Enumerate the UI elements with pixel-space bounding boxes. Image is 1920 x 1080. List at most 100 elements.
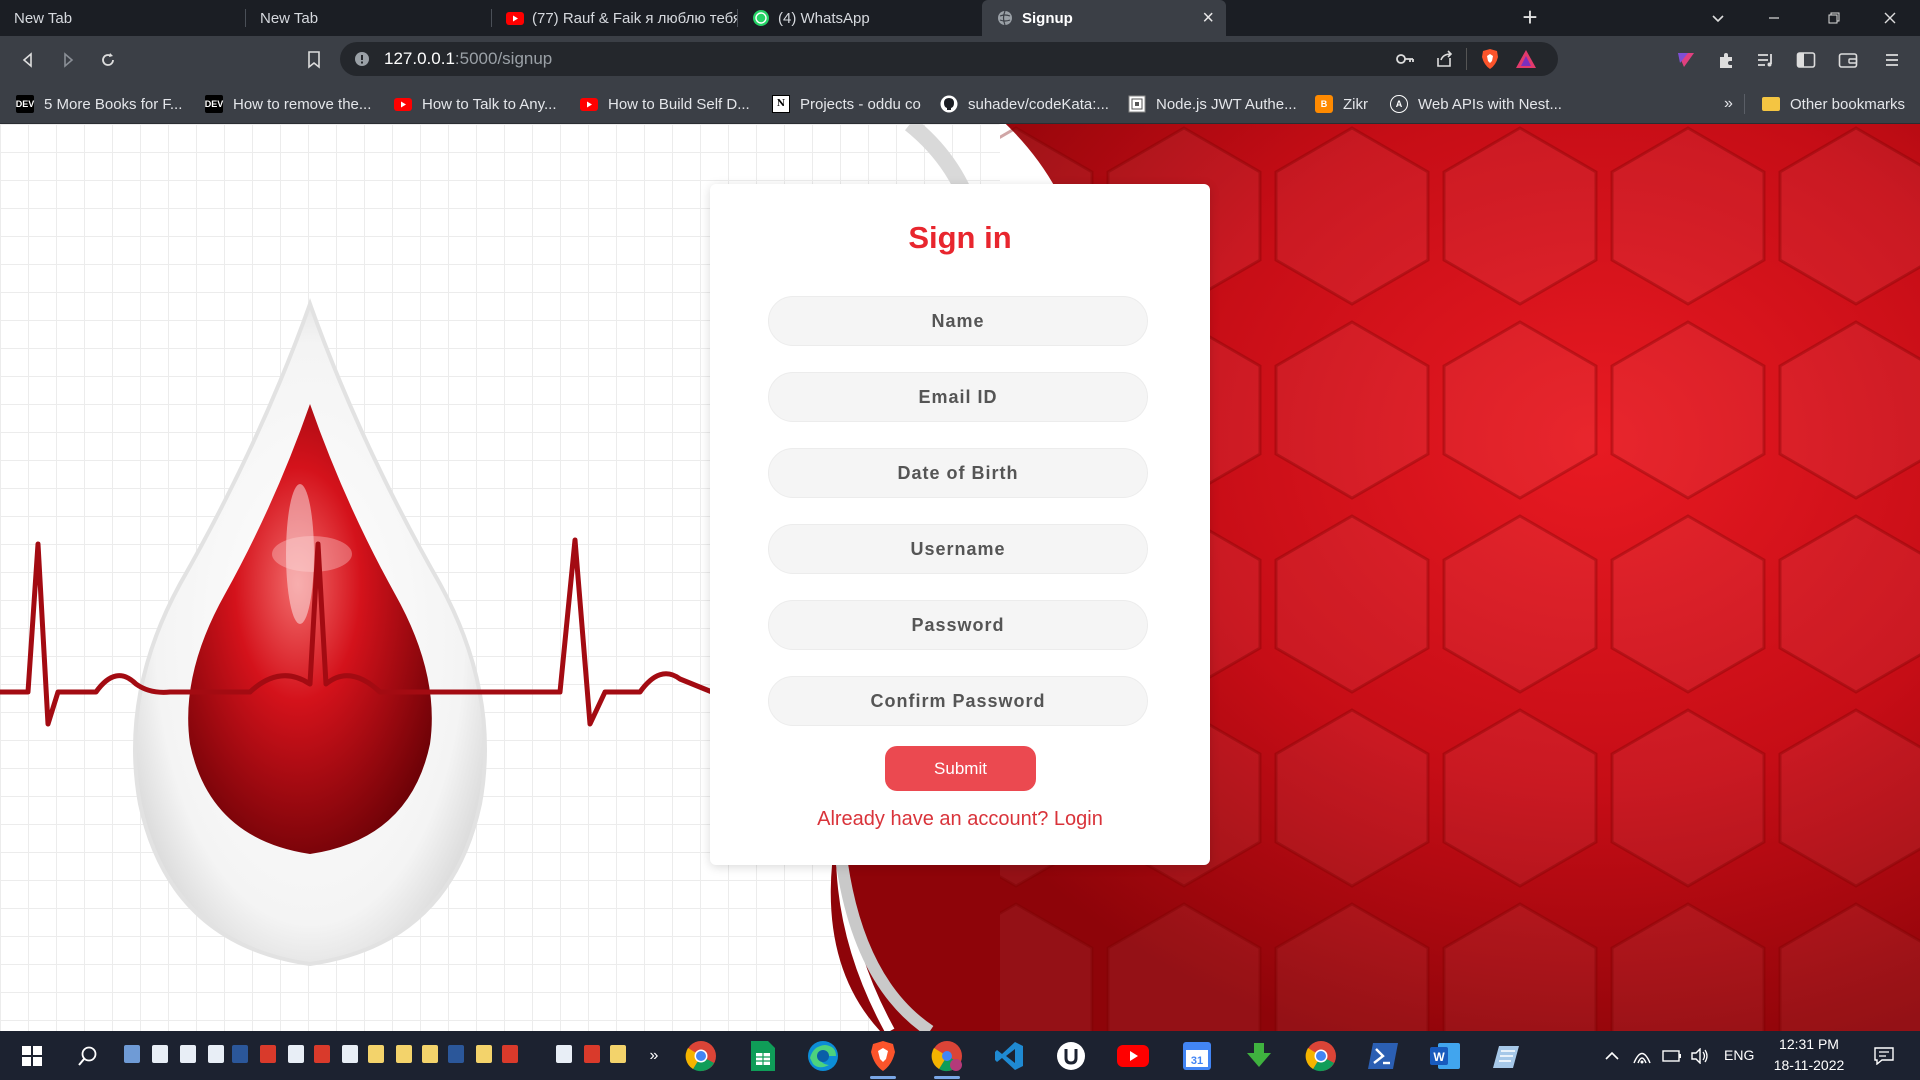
show-hidden-icons-chevron-icon[interactable] <box>1600 1031 1624 1080</box>
pinned-pdf-file-icon[interactable] <box>502 1045 518 1063</box>
pinned-folder-icon[interactable] <box>396 1045 412 1063</box>
bookmark-item[interactable]: DEV 5 More Books for F... <box>16 84 182 124</box>
tab-youtube[interactable]: (77) Rauf & Faik я люблю тебя давно <box>492 0 738 36</box>
bookmark-item[interactable]: suhadev/codeKata:... <box>940 84 1109 124</box>
battery-icon[interactable] <box>1660 1031 1684 1080</box>
forward-icon[interactable] <box>54 46 82 74</box>
pinned-folder-icon[interactable] <box>422 1045 438 1063</box>
youtube-icon[interactable] <box>1116 1039 1150 1073</box>
wifi-icon[interactable] <box>1630 1031 1654 1080</box>
tab-label: New Tab <box>260 9 319 27</box>
dev-icon: DEV <box>16 95 34 113</box>
share-icon[interactable] <box>1435 50 1455 73</box>
dev-icon: DEV <box>205 95 223 113</box>
media-playlist-icon[interactable] <box>1752 46 1780 74</box>
extension-flag-icon[interactable] <box>1672 46 1700 74</box>
restore-button[interactable] <box>1806 0 1862 36</box>
chrome-icon[interactable] <box>1304 1039 1338 1073</box>
pinned-word-file-icon[interactable] <box>232 1045 248 1063</box>
pinned-file-icon[interactable] <box>288 1045 304 1063</box>
calendar-icon[interactable]: 31 <box>1180 1039 1214 1073</box>
bookmark-item[interactable]: How to Talk to Any... <box>394 84 557 124</box>
pinned-file-icon[interactable] <box>342 1045 358 1063</box>
svg-text:31: 31 <box>1191 1055 1203 1067</box>
notepad-icon[interactable] <box>1490 1039 1524 1073</box>
pinned-file-icon[interactable] <box>208 1045 224 1063</box>
sidebar-icon[interactable] <box>1792 46 1820 74</box>
login-link[interactable]: Already have an account? Login <box>710 808 1210 831</box>
pinned-file-icon[interactable] <box>556 1045 572 1063</box>
bookmark-item[interactable]: B Zikr <box>1315 84 1368 124</box>
pinned-pdf-file-icon[interactable] <box>260 1045 276 1063</box>
bookmark-item[interactable]: N Projects - oddu co <box>772 84 921 124</box>
minimize-button[interactable] <box>1746 0 1802 36</box>
download-icon[interactable] <box>1242 1039 1276 1073</box>
tab-new-tab-2[interactable]: New Tab <box>246 0 492 36</box>
input-language[interactable]: ENG <box>1724 1047 1754 1063</box>
bookmarks-overflow-button[interactable]: » <box>1724 84 1733 124</box>
extensions-puzzle-icon[interactable] <box>1712 46 1740 74</box>
address-bar[interactable]: 127.0.0.1:5000/signup <box>340 42 1558 76</box>
pinned-file-icon[interactable] <box>152 1045 168 1063</box>
clock-time[interactable]: 12:31 PM <box>1776 1036 1842 1052</box>
date-of-birth-input[interactable] <box>768 448 1148 498</box>
bookmark-item[interactable]: A Web APIs with Nest... <box>1390 84 1562 124</box>
clock-date[interactable]: 18-11-2022 <box>1770 1057 1848 1073</box>
menu-icon[interactable] <box>1878 46 1906 74</box>
chrome-profile-icon[interactable] <box>930 1039 964 1079</box>
brave-icon[interactable] <box>866 1039 900 1079</box>
close-window-button[interactable] <box>1862 0 1918 36</box>
bookmark-item[interactable]: Node.js JWT Authe... <box>1128 84 1297 124</box>
tab-whatsapp[interactable]: (4) WhatsApp <box>738 0 978 36</box>
form-title: Sign in <box>908 220 1012 255</box>
chrome-icon[interactable] <box>684 1039 718 1073</box>
other-bookmarks[interactable]: Other bookmarks <box>1762 84 1905 124</box>
bookmark-item[interactable]: DEV How to remove the... <box>205 84 371 124</box>
reload-icon[interactable] <box>94 46 122 74</box>
pinned-file-icon[interactable] <box>180 1045 196 1063</box>
pinned-pdf-file-icon[interactable] <box>314 1045 330 1063</box>
tab-search-chevron-icon[interactable] <box>1690 0 1746 36</box>
pinned-pdf-file-icon[interactable] <box>584 1045 600 1063</box>
sheets-icon[interactable] <box>746 1039 780 1073</box>
submit-button[interactable]: Submit <box>885 746 1036 791</box>
browser-toolbar: 127.0.0.1:5000/signup <box>0 36 1920 84</box>
close-tab-icon[interactable]: × <box>1202 8 1214 28</box>
pinned-word-file-icon[interactable] <box>448 1045 464 1063</box>
tab-new-tab-1[interactable]: New Tab <box>0 0 246 36</box>
other-bookmarks-label: Other bookmarks <box>1790 95 1906 113</box>
notifications-icon[interactable] <box>1866 1031 1902 1080</box>
name-input[interactable] <box>768 296 1148 346</box>
bookmark-label: How to Build Self D... <box>608 95 750 113</box>
new-tab-button[interactable]: + <box>1516 4 1544 32</box>
taskbar-overflow-icon[interactable]: » <box>640 1031 668 1080</box>
key-icon[interactable] <box>1395 50 1415 73</box>
volume-icon[interactable] <box>1688 1031 1712 1080</box>
confirm-password-input[interactable] <box>768 676 1148 726</box>
search-icon[interactable] <box>66 1031 110 1080</box>
site-info-icon[interactable] <box>354 51 370 72</box>
pinned-folder-icon[interactable] <box>368 1045 384 1063</box>
ublock-icon[interactable] <box>1054 1039 1088 1073</box>
youtube-icon <box>394 95 412 113</box>
pinned-folder-icon[interactable] <box>476 1045 492 1063</box>
pinned-file-icon[interactable] <box>124 1045 140 1063</box>
bookmark-icon[interactable] <box>300 46 328 74</box>
start-button[interactable] <box>10 1031 54 1080</box>
bookmark-item[interactable]: How to Build Self D... <box>580 84 750 124</box>
edge-icon[interactable] <box>806 1039 840 1073</box>
vscode-icon[interactable] <box>992 1039 1026 1073</box>
brave-shields-icon[interactable] <box>1480 48 1500 75</box>
pinned-folder-icon[interactable] <box>610 1045 626 1063</box>
username-input[interactable] <box>768 524 1148 574</box>
wallet-icon[interactable] <box>1834 46 1862 74</box>
password-input[interactable] <box>768 600 1148 650</box>
back-icon[interactable] <box>14 46 42 74</box>
powershell-icon[interactable] <box>1366 1039 1400 1073</box>
brave-rewards-icon[interactable] <box>1515 49 1537 74</box>
url-host: 127.0.0.1 <box>384 49 455 68</box>
email-input[interactable] <box>768 372 1148 422</box>
url-text[interactable]: 127.0.0.1:5000/signup <box>384 42 552 76</box>
tab-signup[interactable]: Signup × <box>982 0 1226 36</box>
word-icon[interactable]: W <box>1428 1039 1462 1073</box>
